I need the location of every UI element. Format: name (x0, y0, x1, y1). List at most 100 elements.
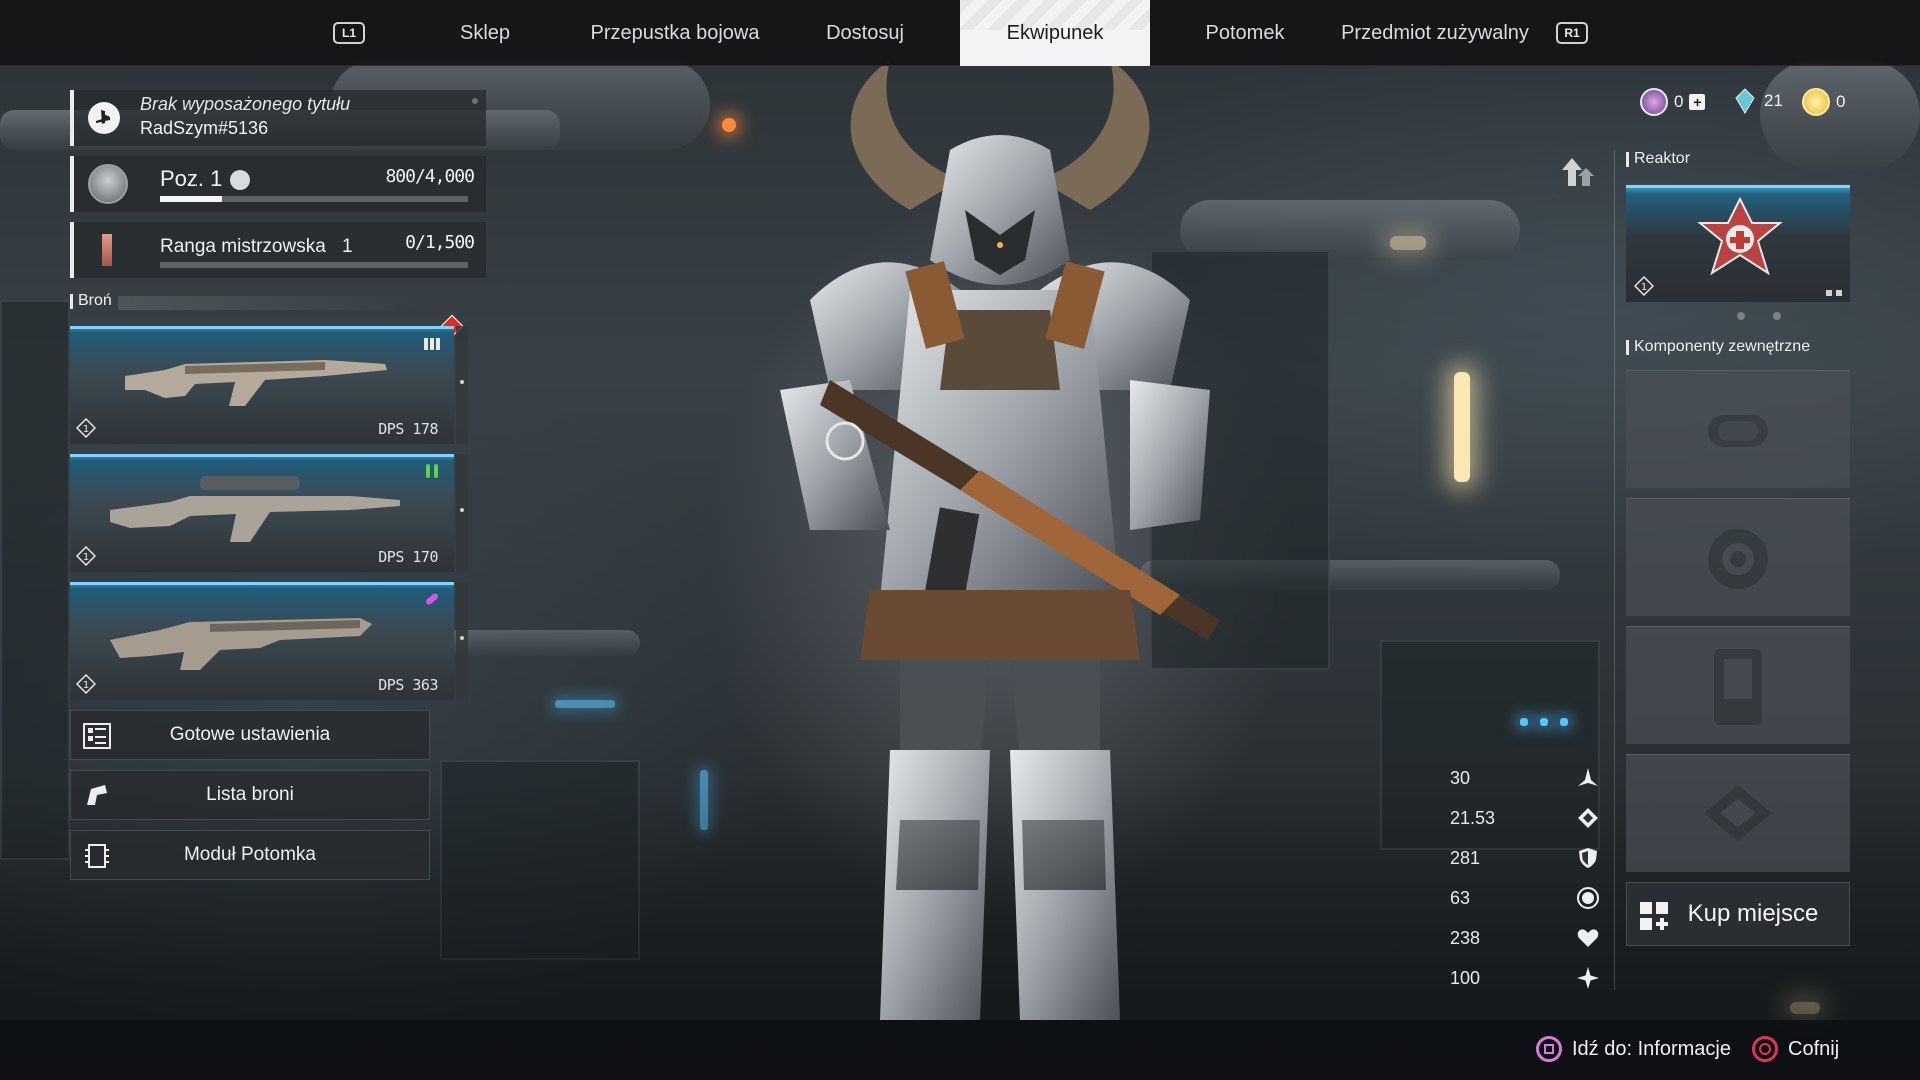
stat-shield: 281 (1450, 838, 1600, 878)
component-slot-sensor[interactable] (1626, 498, 1850, 616)
dps-label: DPS (378, 676, 404, 694)
dps-value: 363 (412, 676, 438, 694)
defense-icon (1578, 808, 1598, 828)
descendant-stats: 30 21.53 281 63 238 100 (1450, 758, 1600, 998)
right-column-divider (1614, 150, 1615, 990)
weapon-2-tier: 1 (83, 552, 89, 563)
back-hint[interactable]: Cofnij (1752, 1036, 1839, 1062)
resistance-icon (1577, 967, 1599, 989)
title-dot-icon (472, 98, 478, 104)
stat-defense: 21.53 (1450, 798, 1600, 838)
caliber-currency: 0 + (1640, 88, 1706, 116)
crystal-value: 21 (1764, 91, 1783, 110)
weapon-slot-1[interactable]: 1 DPS 178 (70, 326, 468, 444)
mastery-rank-value: 1 (342, 236, 353, 257)
back-label: Cofnij (1788, 1037, 1840, 1060)
l1-button-icon[interactable]: L1 (333, 22, 365, 44)
equipped-title: Brak wyposażonego tytułu (140, 94, 351, 114)
shield-icon (1579, 848, 1597, 868)
component-slot-memory[interactable] (1626, 626, 1850, 744)
reactor-link-icon (1826, 290, 1842, 296)
gold-value: 0 (1836, 92, 1846, 111)
tab-shop[interactable]: Sklep (420, 0, 550, 66)
descendant-character-model (780, 60, 1220, 1020)
go-to-info-label: Idź do: Informacje (1572, 1037, 1731, 1060)
high-power-ammo-icon (425, 593, 439, 605)
attack-value: 30 (1450, 767, 1471, 788)
presets-icon (83, 723, 111, 749)
circle-button-icon (1752, 1036, 1778, 1062)
weapon-list-button[interactable]: Lista broni (70, 770, 430, 820)
gold-currency: 0 (1802, 88, 1845, 116)
mp-value: 63 (1450, 887, 1471, 908)
buy-slot-button[interactable]: Kup miejsce (1626, 882, 1850, 946)
auxiliary-power-icon (1708, 415, 1768, 447)
descendant-avatar (88, 164, 128, 204)
weapon-slot-2[interactable]: 1 DPS 170 (70, 454, 468, 572)
mp-icon (1577, 887, 1599, 909)
stat-resistance: 100 (1450, 958, 1600, 998)
player-title-card[interactable]: Brak wyposażonego tytułu RadSzym#5136 (70, 90, 486, 146)
r1-button-icon[interactable]: R1 (1556, 22, 1588, 44)
page-dot (1773, 312, 1781, 320)
caliber-icon (1640, 88, 1668, 116)
level-card: Poz. 1 800/4,000 (70, 156, 486, 212)
resistance-value: 100 (1450, 967, 1481, 988)
memory-icon (1714, 649, 1762, 725)
weapons-section-label: Broń (70, 292, 112, 310)
playstation-icon (88, 102, 120, 134)
stat-hp: 238 (1450, 918, 1600, 958)
descendant-module-button[interactable]: Moduł Potomka (70, 830, 430, 880)
tab-equipment[interactable]: Ekwipunek (960, 0, 1150, 66)
assault-rifle-image (125, 360, 387, 406)
reactor-tier: 1 (1641, 282, 1647, 293)
hp-value: 238 (1450, 927, 1481, 948)
stat-attack: 30 (1450, 758, 1600, 798)
reactor-section-label: Reaktor (1626, 150, 1690, 168)
tier-icon: 1 (1634, 276, 1654, 296)
top-navigation-bar: L1 Sklep Przepustka bojowa Dostosuj Ekwi… (0, 0, 1920, 66)
components-section-label: Komponenty zewnętrzne (1626, 338, 1810, 356)
weapon-3-tier: 1 (83, 680, 89, 691)
tab-descendant[interactable]: Potomek (1180, 0, 1310, 66)
add-caliber-icon[interactable]: + (1689, 94, 1706, 110)
crystal-icon (1735, 88, 1755, 114)
shotgun-image (110, 618, 372, 670)
descendant-module-label: Moduł Potomka (183, 844, 316, 865)
page-dot (1737, 312, 1745, 320)
xp-value: 800/4,000 (385, 166, 475, 187)
mastery-bar (160, 262, 468, 268)
component-slot-processor[interactable] (1626, 754, 1850, 872)
weapon-3-side-handle (456, 582, 468, 700)
player-name: RadSzym#5136 (140, 118, 269, 138)
sensor-icon (1708, 529, 1768, 589)
go-to-info-hint[interactable]: Idź do: Informacje (1536, 1036, 1731, 1062)
upgrade-arrow-icon[interactable] (1556, 150, 1600, 194)
tab-consumables[interactable]: Przedmiot zużywalny (1335, 0, 1535, 66)
caliber-value: 0 (1674, 92, 1684, 111)
tab-customize[interactable]: Dostosuj (800, 0, 930, 66)
component-slot-auxiliary-power[interactable] (1626, 370, 1850, 488)
general-ammo-icon (424, 338, 440, 350)
mastery-label: Ranga mistrzowska (160, 236, 326, 257)
weapon-list-icon (87, 785, 107, 805)
dps-value: 170 (412, 548, 438, 566)
weapon-1-dps: DPS 178 (378, 420, 438, 438)
xp-bar (160, 196, 468, 202)
sniper-rifle-image (110, 476, 400, 542)
special-ammo-icon (426, 464, 438, 478)
weapon-slot-3[interactable]: 1 DPS 363 (70, 582, 468, 700)
tab-battle-pass[interactable]: Przepustka bojowa (570, 0, 780, 66)
weapon-2-dps: DPS 170 (378, 548, 438, 566)
level-info-icon (230, 170, 250, 190)
square-button-icon (1536, 1036, 1562, 1062)
level-label: Poz. 1 (160, 166, 223, 191)
weapon-3-dps: DPS 363 (378, 676, 438, 694)
reactor-slot[interactable]: 1 (1626, 184, 1850, 302)
reactor-icon (1697, 196, 1783, 276)
presets-button[interactable]: Gotowe ustawienia (70, 710, 430, 760)
weapons-section-divider (118, 296, 428, 310)
xp-bar-fill (160, 196, 222, 202)
crystal-currency: 21 (1732, 88, 1783, 114)
tab-equipment-label: Ekwipunek (1006, 21, 1104, 44)
